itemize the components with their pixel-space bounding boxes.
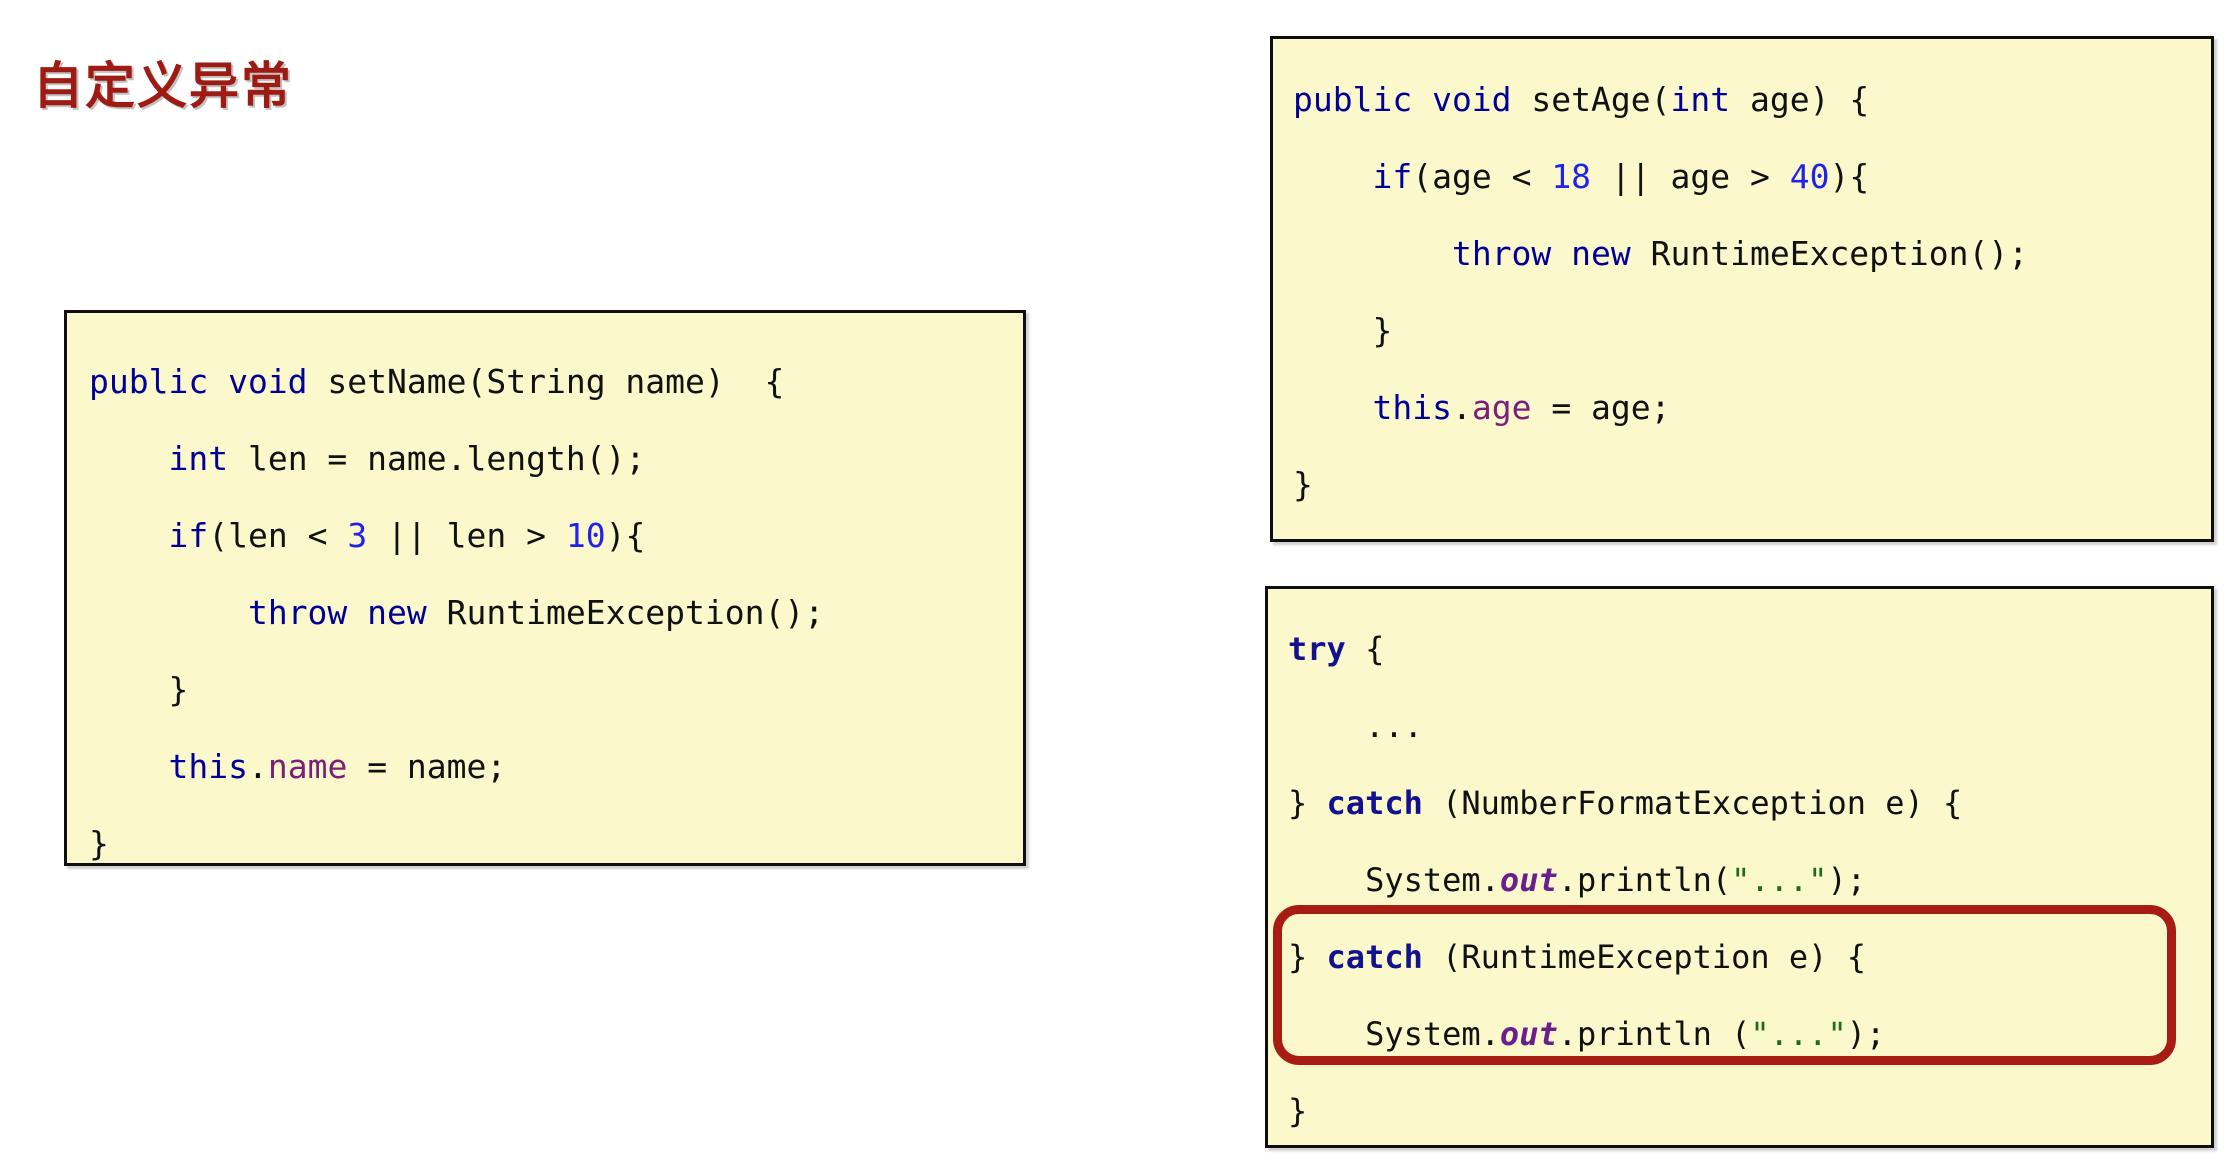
code-token: (age <: [1412, 157, 1552, 196]
code-block-try-catch: try { ...} catch (NumberFormatException …: [1265, 586, 2214, 1148]
code-token: int: [1670, 80, 1731, 119]
code-token: ){: [605, 516, 646, 555]
code-token: System.: [1288, 1015, 1500, 1053]
code-token: || age >: [1591, 157, 1790, 196]
code-token: ){: [1829, 157, 1870, 196]
code-token: }: [1293, 465, 1313, 504]
code-line: ...: [1288, 688, 2211, 765]
code-line: }: [1288, 1073, 2211, 1145]
page-title: 自定义异常: [33, 57, 293, 115]
code-line: if(len < 3 || len > 10){: [89, 497, 1023, 574]
code-token: len = name.length();: [228, 439, 646, 478]
code-token: setAge(: [1531, 80, 1671, 119]
code-token: age) {: [1730, 80, 1870, 119]
code-line: System.out.println ("...");: [1288, 996, 2211, 1073]
code-token: catch: [1326, 784, 1423, 822]
code-token: .println(: [1557, 861, 1732, 899]
code-line: this.name = name;: [89, 728, 1023, 805]
code-line: }: [89, 805, 1023, 863]
code-token: );: [1846, 1015, 1886, 1053]
code-token: }: [1288, 1092, 1308, 1130]
code-token: "...": [1731, 861, 1828, 899]
code-token: }: [1293, 311, 1393, 350]
code-token: try: [1288, 630, 1346, 668]
code-token: }: [89, 670, 189, 709]
code-token: (NumberFormatException e) {: [1422, 784, 1963, 822]
code-token: this: [1372, 388, 1452, 427]
code-token: );: [1827, 861, 1866, 899]
code-token: 3: [347, 516, 368, 555]
code-token: out: [1499, 1015, 1558, 1053]
code-line: }: [1293, 446, 2211, 523]
code-token: if: [168, 516, 209, 555]
code-token: .println (: [1557, 1015, 1751, 1053]
code-token: name: [267, 747, 348, 786]
code-line: }: [89, 651, 1023, 728]
code-token: {: [1345, 630, 1385, 668]
code-token: this: [168, 747, 248, 786]
code-token: throw new: [1451, 234, 1631, 273]
code-token: public void: [89, 362, 328, 401]
code-line: System.out.println("...");: [1288, 842, 2211, 919]
code-token: RuntimeException();: [426, 593, 825, 632]
code-token: public void: [1293, 80, 1532, 119]
code-token: RuntimeException();: [1630, 234, 2029, 273]
code-token: if: [1372, 157, 1413, 196]
code-line: throw new RuntimeException();: [1293, 215, 2211, 292]
code-token: }: [1288, 938, 1327, 976]
code-line: int len = name.length();: [89, 420, 1023, 497]
code-token: catch: [1326, 938, 1423, 976]
code-token: setName(String name) {: [327, 362, 785, 401]
code-token: .: [247, 747, 268, 786]
code-token: throw new: [247, 593, 427, 632]
code-token: (len <: [208, 516, 348, 555]
code-token: 18: [1551, 157, 1592, 196]
code-line: throw new RuntimeException();: [89, 574, 1023, 651]
code-token: 10: [565, 516, 606, 555]
code-block-set-name: public void setName(String name) { int l…: [64, 310, 1026, 866]
code-line: try {: [1288, 611, 2211, 688]
code-token: out: [1499, 861, 1558, 899]
code-token: int: [168, 439, 229, 478]
code-token: }: [1288, 784, 1327, 822]
code-token: .: [1451, 388, 1472, 427]
code-line: public void setName(String name) {: [89, 343, 1023, 420]
code-token: || len >: [367, 516, 566, 555]
code-token: }: [89, 824, 109, 863]
code-line: this.age = age;: [1293, 369, 2211, 446]
code-line: public void setAge(int age) {: [1293, 61, 2211, 138]
code-token: "...": [1750, 1015, 1847, 1053]
code-token: 40: [1789, 157, 1830, 196]
code-token: ...: [1288, 707, 1423, 745]
code-block-set-age: public void setAge(int age) { if(age < 1…: [1270, 36, 2214, 542]
code-token: System.: [1288, 861, 1500, 899]
code-token: (RuntimeException e) {: [1422, 938, 1866, 976]
code-token: = name;: [347, 747, 507, 786]
code-line: } catch (RuntimeException e) {: [1288, 919, 2211, 996]
code-token: = age;: [1531, 388, 1671, 427]
code-line: if(age < 18 || age > 40){: [1293, 138, 2211, 215]
code-token: age: [1471, 388, 1532, 427]
code-line: } catch (NumberFormatException e) {: [1288, 765, 2211, 842]
code-line: }: [1293, 292, 2211, 369]
